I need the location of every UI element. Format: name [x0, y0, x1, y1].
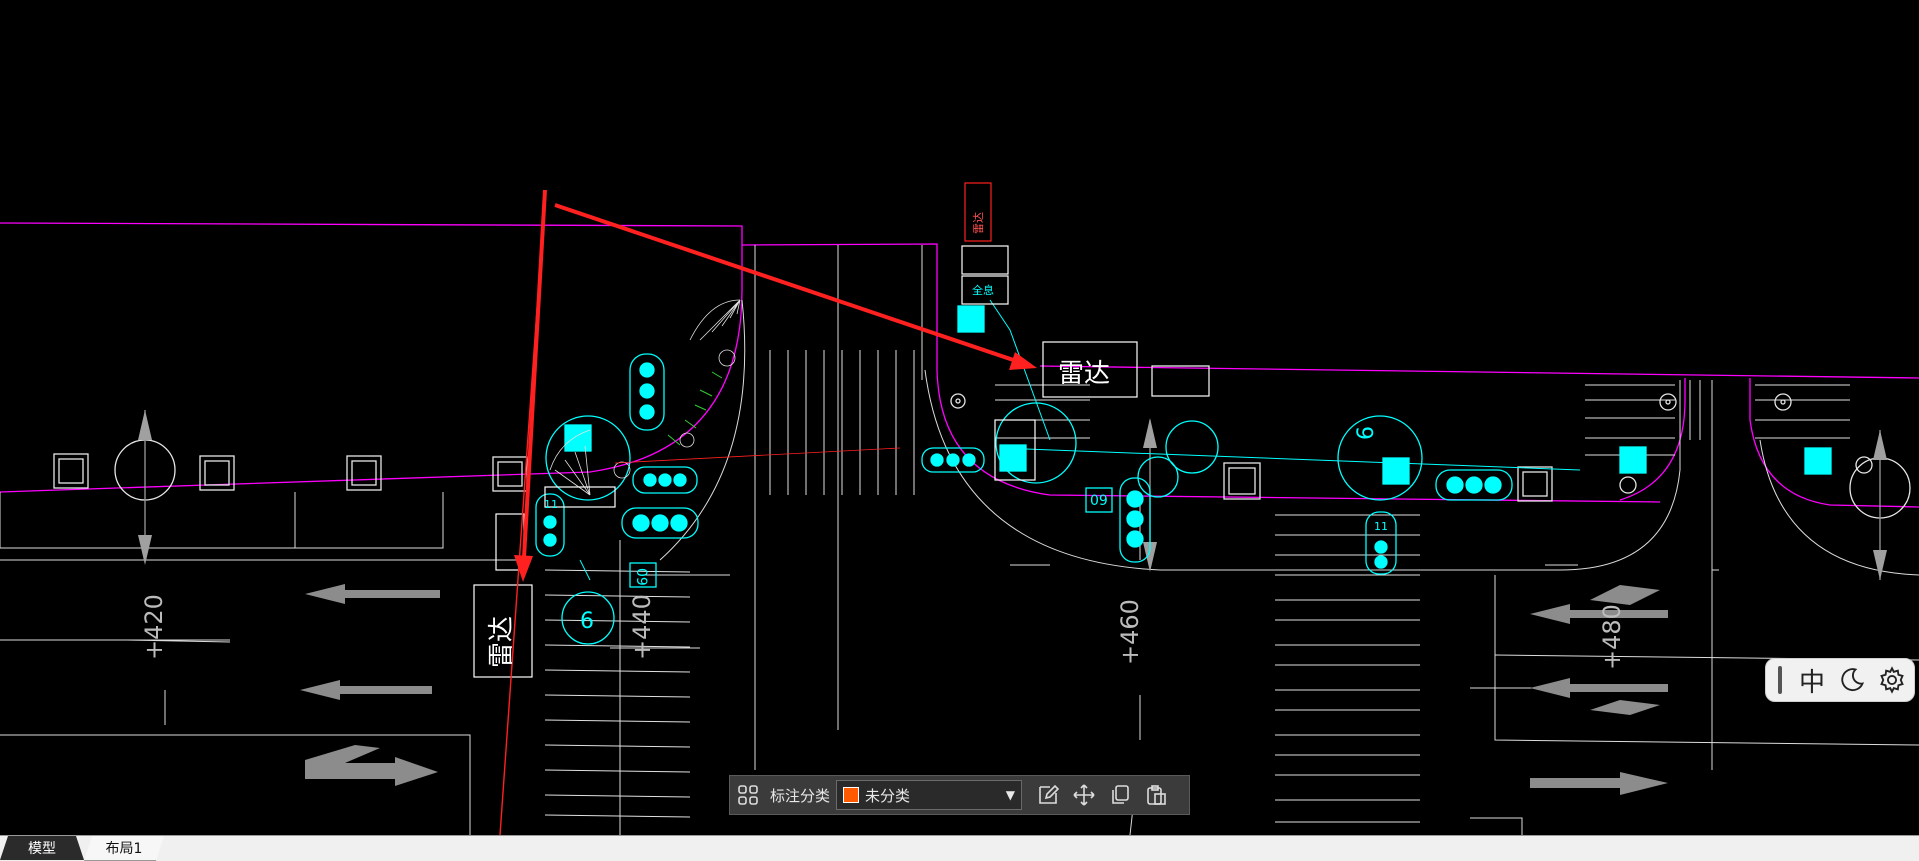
layout-tabs-bar: 模型 布局1 [0, 835, 1919, 861]
category-color-swatch [843, 787, 860, 803]
tab-layout1[interactable]: 布局1 [84, 836, 164, 861]
cad-drawing: 雷达 雷达 雷达 全息 +420 +440 +460 +480 6 6 09 0… [0, 182, 1919, 835]
annotation-toolbar: 标注分类 未分类 ▼ [729, 775, 1190, 815]
radar-label-vertical: 雷达 [487, 616, 517, 668]
pole-arrows [144, 410, 1881, 580]
station-460: +460 [1116, 599, 1144, 665]
category-select[interactable]: 未分类 ▼ [836, 780, 1023, 810]
category-value: 未分类 [865, 786, 911, 805]
language-button[interactable]: 中 [1792, 660, 1832, 700]
paste-icon[interactable] [1138, 779, 1174, 811]
station-440: +440 [628, 594, 656, 660]
station-480: +480 [1598, 604, 1626, 670]
gear-icon[interactable] [1872, 660, 1912, 700]
red-box-label: 雷达 [972, 212, 985, 234]
red-annotation-arrows [514, 189, 1037, 582]
sign-60-a: 09 [1090, 493, 1108, 509]
sign-60-b: 09 [633, 568, 649, 586]
side-toolbar: 中 [1765, 658, 1915, 702]
radar-label-horizontal: 雷达 [1058, 359, 1110, 389]
red-features [499, 182, 1026, 835]
cad-drawing-canvas[interactable]: 雷达 雷达 雷达 全息 +420 +440 +460 +480 6 6 09 0… [0, 0, 1919, 835]
pole-arrowheads [138, 410, 1887, 580]
green-marks [667, 371, 723, 446]
move-icon[interactable] [1066, 779, 1102, 811]
moon-icon[interactable] [1832, 660, 1872, 700]
circle-6b-label: 6 [1354, 426, 1379, 440]
copy-icon[interactable] [1102, 779, 1138, 811]
drawing-text: 雷达 雷达 雷达 全息 +420 +440 +460 +480 6 6 09 0… [140, 212, 1626, 670]
signal-11-a: 11 [1374, 520, 1388, 533]
circle-6-label: 6 [580, 609, 594, 634]
road-lines [0, 245, 1919, 835]
annotation-category-label: 标注分类 [770, 786, 831, 805]
chevron-down-icon: ▼ [1005, 788, 1016, 802]
edit-icon[interactable] [1030, 779, 1066, 811]
grid-icon[interactable] [730, 779, 766, 811]
drag-handle[interactable] [1778, 666, 1782, 694]
tab-model[interactable]: 模型 [0, 836, 84, 860]
signal-11-b: 11 [544, 498, 558, 511]
crosswalk-horizontal [544, 384, 1850, 823]
small-box-label: 全息 [972, 283, 994, 297]
station-420: +420 [140, 594, 168, 660]
